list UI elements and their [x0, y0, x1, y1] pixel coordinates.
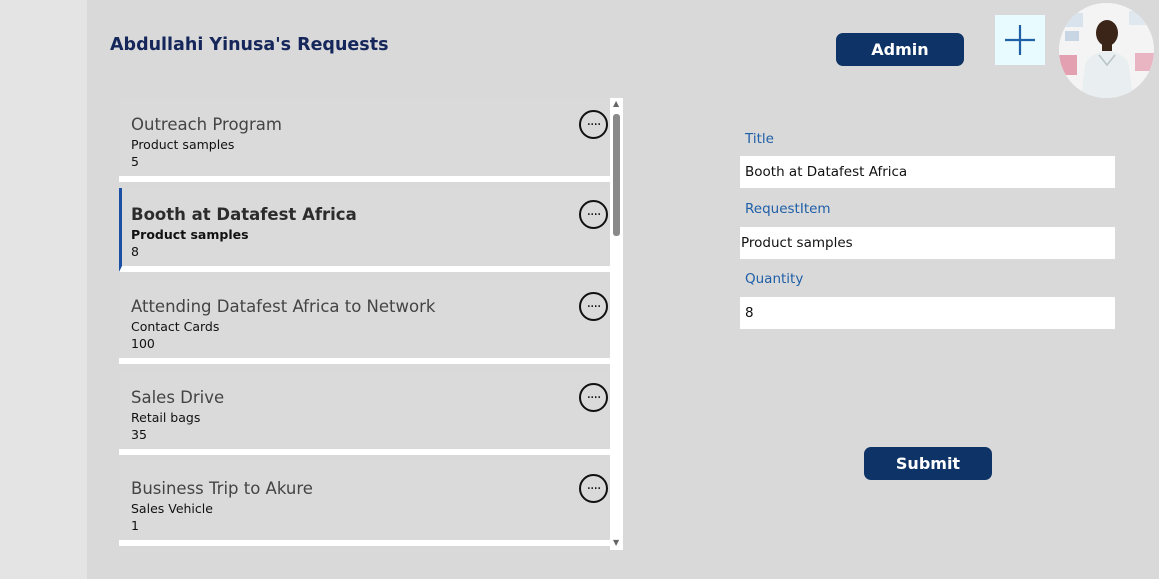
request-item: Sales Vehicle: [131, 501, 213, 516]
scroll-down-icon[interactable]: ▼: [613, 539, 619, 547]
list-item-selected[interactable]: Booth at Datafest Africa Product samples…: [119, 188, 610, 272]
title-input[interactable]: [740, 156, 1115, 188]
plus-icon: [1005, 25, 1035, 55]
quantity-label: Quantity: [745, 271, 804, 287]
more-options-icon[interactable]: ····: [579, 474, 608, 503]
scroll-thumb[interactable]: [613, 114, 620, 236]
left-sidebar-strip: [0, 0, 87, 579]
request-title: Sales Drive: [131, 388, 225, 407]
title-label: Title: [745, 131, 774, 147]
request-item: Product samples: [131, 137, 235, 152]
add-request-button[interactable]: [995, 15, 1045, 65]
request-item-label: RequestItem: [745, 201, 831, 217]
more-options-icon[interactable]: ····: [579, 292, 608, 321]
gallery-scrollbar[interactable]: ▲ ▼: [610, 98, 623, 550]
list-item[interactable]: Business Trip to Akure Sales Vehicle 1 ·…: [119, 462, 610, 546]
request-item-input[interactable]: [740, 227, 1115, 259]
request-quantity: 35: [131, 427, 147, 442]
scroll-up-icon[interactable]: ▲: [613, 100, 619, 108]
request-quantity: 5: [131, 154, 139, 169]
request-title: Outreach Program: [131, 115, 282, 134]
requests-list: Outreach Program Product samples 5 ···· …: [119, 98, 610, 550]
request-item: Retail bags: [131, 410, 201, 425]
avatar[interactable]: [1059, 3, 1154, 98]
quantity-input[interactable]: [740, 297, 1115, 329]
request-item: Contact Cards: [131, 319, 220, 334]
user-photo: [1059, 3, 1154, 98]
request-quantity: 1: [131, 518, 139, 533]
list-item[interactable]: Sales Drive Retail bags 35 ····: [119, 371, 610, 455]
admin-button[interactable]: Admin: [836, 33, 964, 66]
list-item[interactable]: Outreach Program Product samples 5 ····: [119, 98, 610, 182]
request-title: Attending Datafest Africa to Network: [131, 297, 436, 316]
request-title: Booth at Datafest Africa: [131, 205, 357, 224]
request-item: Product samples: [131, 227, 249, 242]
submit-button[interactable]: Submit: [864, 447, 992, 480]
more-options-icon[interactable]: ····: [579, 110, 608, 139]
request-quantity: 100: [131, 336, 155, 351]
more-options-icon[interactable]: ····: [579, 383, 608, 412]
requests-gallery[interactable]: Outreach Program Product samples 5 ···· …: [119, 98, 622, 550]
request-title: Business Trip to Akure: [131, 479, 313, 498]
more-options-icon[interactable]: ····: [579, 200, 608, 229]
request-quantity: 8: [131, 244, 139, 259]
list-item[interactable]: Attending Datafest Africa to Network Con…: [119, 280, 610, 364]
page-title: Abdullahi Yinusa's Requests: [110, 35, 389, 55]
